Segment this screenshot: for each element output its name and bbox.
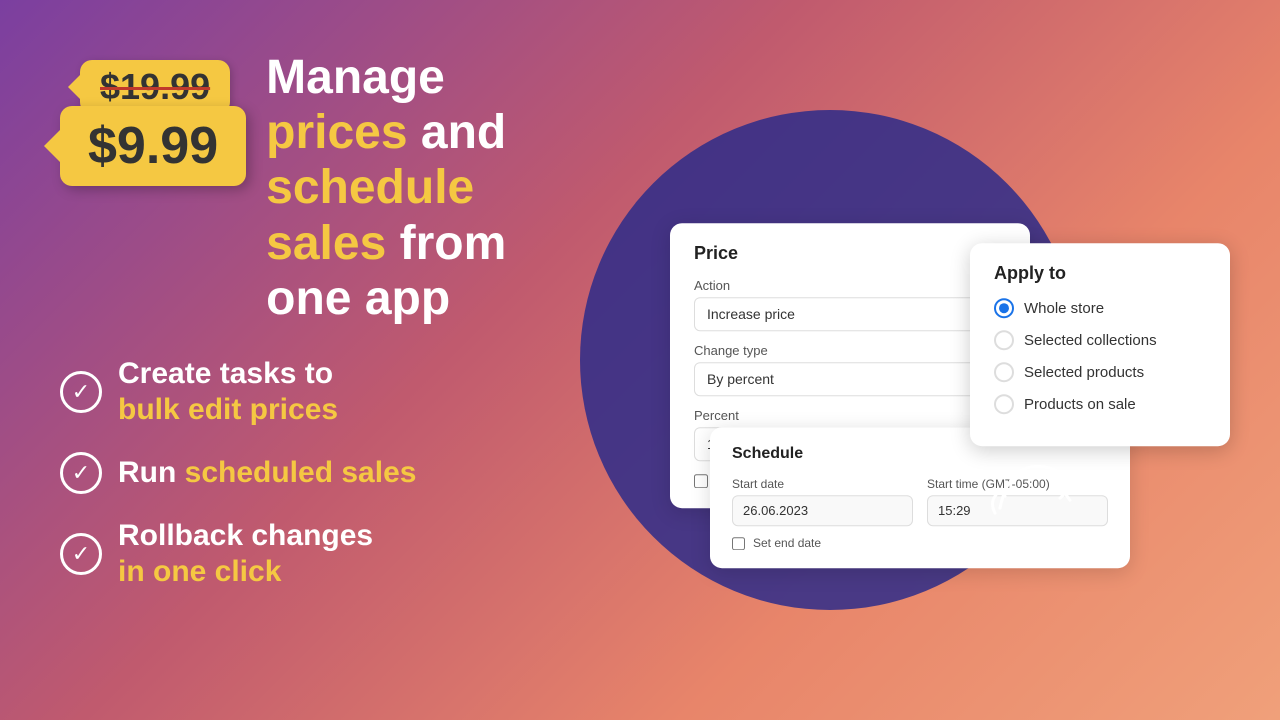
check-icon-1: ✓: [60, 371, 102, 413]
start-date-input[interactable]: [732, 495, 913, 526]
curved-arrow: [980, 438, 1080, 518]
feature-text-1: Create tasks tobulk edit prices: [118, 356, 338, 428]
start-date-group: Start date: [732, 477, 913, 526]
change-type-input[interactable]: [694, 362, 1006, 396]
headline-row: $19.99 $9.99 Manage prices and schedule …: [60, 50, 580, 326]
price-card-title: Price: [694, 243, 1006, 264]
feature-item-1: ✓ Create tasks tobulk edit prices: [60, 356, 580, 428]
radio-btn-selected-products[interactable]: [994, 362, 1014, 382]
feature-item-2: ✓ Run scheduled sales: [60, 452, 580, 494]
action-group: Action: [694, 278, 1006, 331]
headline-prices: prices: [266, 106, 407, 159]
radio-label-selected-products: Selected products: [1024, 364, 1144, 381]
headline-sales: sales: [266, 217, 386, 270]
radio-btn-selected-collections[interactable]: [994, 330, 1014, 350]
action-input[interactable]: [694, 297, 1006, 331]
start-date-label: Start date: [732, 477, 913, 491]
end-date-checkbox[interactable]: [732, 537, 745, 550]
end-date-row: Set end date: [732, 536, 1108, 550]
override-cents-checkbox[interactable]: [694, 474, 708, 488]
change-type-group: Change type: [694, 343, 1006, 396]
check-icon-2: ✓: [60, 452, 102, 494]
background: $19.99 $9.99 Manage prices and schedule …: [0, 0, 1280, 720]
apply-to-card: Apply to Whole store Selected collection…: [970, 243, 1230, 446]
radio-btn-products-on-sale[interactable]: [994, 394, 1014, 414]
percent-label: Percent: [694, 408, 1006, 423]
new-price: $9.99: [60, 106, 246, 186]
feature-text-3: Rollback changesin one click: [118, 518, 373, 590]
radio-label-selected-collections: Selected collections: [1024, 332, 1157, 349]
left-content: $19.99 $9.99 Manage prices and schedule …: [60, 130, 580, 590]
radio-whole-store[interactable]: Whole store: [994, 298, 1206, 318]
feature-text-2: Run scheduled sales: [118, 455, 416, 491]
radio-products-on-sale[interactable]: Products on sale: [994, 394, 1206, 414]
ui-area: Price Action Change type Percent Overrid…: [670, 223, 1230, 508]
action-label: Action: [694, 278, 1006, 293]
price-tags: $19.99 $9.99: [60, 60, 246, 186]
radio-btn-whole-store[interactable]: [994, 298, 1014, 318]
check-icon-3: ✓: [60, 533, 102, 575]
headline-schedule: schedule: [266, 161, 474, 214]
apply-to-title: Apply to: [994, 263, 1206, 284]
radio-label-whole-store: Whole store: [1024, 300, 1104, 317]
features-list: ✓ Create tasks tobulk edit prices ✓ Run …: [60, 356, 580, 590]
radio-selected-products[interactable]: Selected products: [994, 362, 1206, 382]
change-type-label: Change type: [694, 343, 1006, 358]
end-date-label: Set end date: [753, 536, 821, 550]
headline-text: Manage prices and schedule sales from on…: [266, 50, 580, 326]
radio-label-products-on-sale: Products on sale: [1024, 396, 1136, 413]
radio-selected-collections[interactable]: Selected collections: [994, 330, 1206, 350]
feature-item-3: ✓ Rollback changesin one click: [60, 518, 580, 590]
